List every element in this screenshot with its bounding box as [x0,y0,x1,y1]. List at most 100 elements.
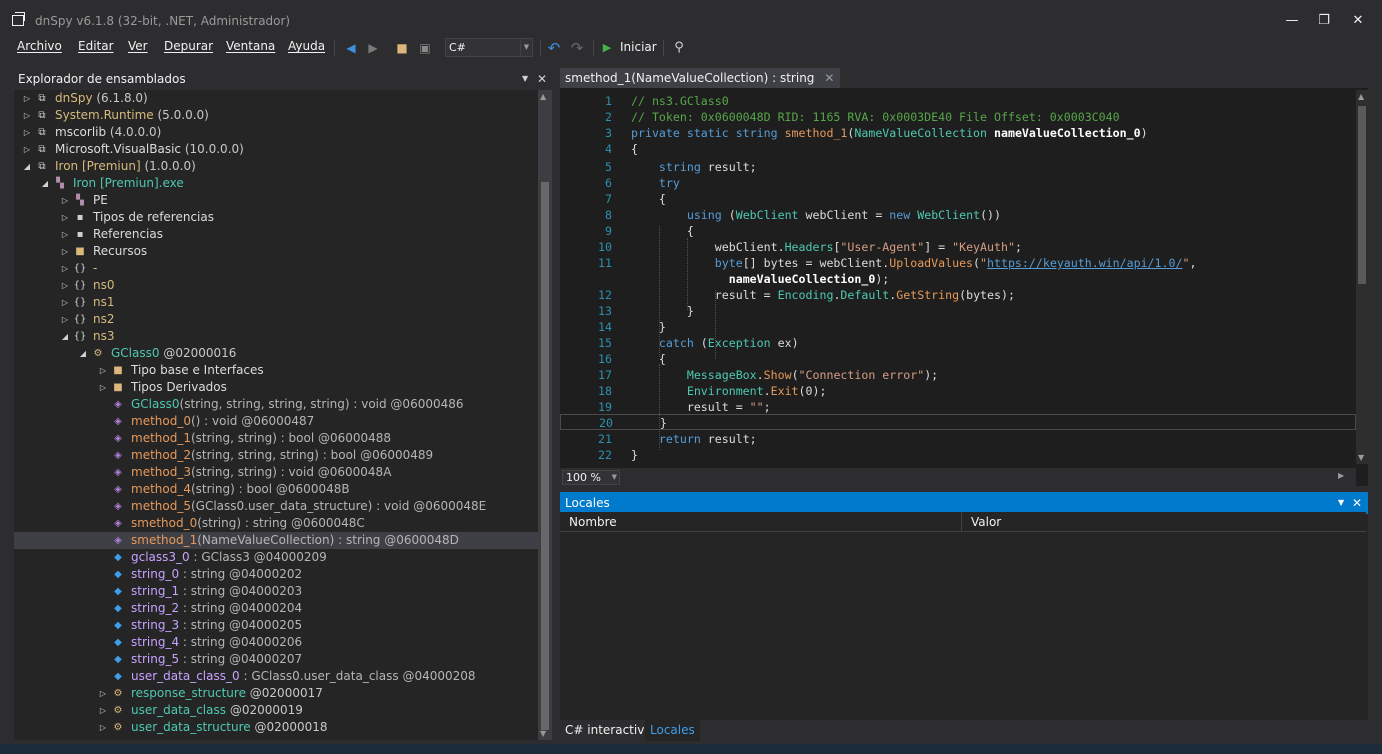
expand-arrow-icon[interactable]: ▷ [98,719,108,736]
scroll-down-icon[interactable]: ▼ [540,729,546,738]
tree-node-namespace-ns0[interactable]: ▷{} ns0 [14,277,538,294]
expand-arrow-icon[interactable]: ▷ [60,311,70,328]
menu-editar[interactable]: Editar [78,39,114,53]
code-view[interactable]: 1 // ns3.GClass0 2 // Token: 0x0600048D RID… [560,90,1356,464]
close-icon[interactable]: ✕ [537,68,547,90]
scroll-up-icon[interactable]: ▲ [540,92,546,101]
close-icon[interactable]: ✕ [1352,492,1362,514]
tree-node-node-tipos-de-referencias[interactable]: ▷ ▪ Tipos de referencias [14,209,538,226]
tree-node-node-recursos[interactable]: ▷ ■ Recursos [14,243,538,260]
tree-node-class-response-structure[interactable]: ▷ ⚙ response_structure @02000017 [14,685,538,702]
collapse-arrow-icon[interactable]: ◢ [60,328,70,345]
expand-arrow-icon[interactable]: ▷ [22,141,32,158]
expand-arrow-icon[interactable]: ▷ [98,362,108,379]
expand-arrow-icon[interactable]: ▷ [22,107,32,124]
tree-node-method-method-5[interactable]: ◈ method_5(GClass0.user_data_structure) :… [14,498,538,515]
restore-button[interactable]: ❐ [1309,10,1339,32]
scroll-right-icon[interactable]: ▶ [1338,471,1344,480]
tree-node-assembly-dnspy[interactable]: ▷ ⧉ dnSpy (6.1.8.0) [14,90,538,107]
tree-node-node-tipos-derivados[interactable]: ▷ ■ Tipos Derivados [14,379,538,396]
close-window-button[interactable]: ✕ [1343,10,1373,32]
tree-node-field-string-1[interactable]: ◆ string_1 : string @04000203 [14,583,538,600]
collapse-arrow-icon[interactable]: ◢ [78,345,88,362]
menu-ayuda[interactable]: Ayuda [288,39,325,53]
tree-node-field-user-data-class-0[interactable]: ◆ user_data_class_0 : GClass0.user_data_c… [14,668,538,685]
tree-node-method-method-4[interactable]: ◈ method_4(string) : bool @0600048B [14,481,538,498]
editor-scroll-thumb[interactable] [1358,106,1366,284]
scroll-up-icon[interactable]: ▲ [1358,92,1364,101]
undo-icon[interactable]: ↶ [545,39,563,57]
tree-node-class-gclass0[interactable]: ◢ ⚙ GClass0 @02000016 [14,345,538,362]
panel-menu-icon[interactable]: ▼ [522,68,528,90]
close-tab-icon[interactable]: ✕ [824,68,834,88]
tree-node-namespace-ns3[interactable]: ◢{} ns3 [14,328,538,345]
tree-node-namespace-ns1[interactable]: ▷{} ns1 [14,294,538,311]
expand-arrow-icon[interactable]: ▷ [60,260,70,277]
tree-node-method-method-3[interactable]: ◈ method_3(string, string) : void @060004… [14,464,538,481]
redo-icon[interactable]: ↷ [568,39,586,57]
tree-node-method-smethod-1[interactable]: ◈ smethod_1(NameValueCollection) : string… [14,532,538,549]
explorer-scrollbar[interactable]: ▲ ▼ [538,90,552,740]
save-all-icon[interactable]: ▣ [416,39,434,57]
tree-node-node-tipo-base-e-interfaces[interactable]: ▷ ■ Tipo base e Interfaces [14,362,538,379]
tree-node-class-user-data-class[interactable]: ▷ ⚙ user_data_class @02000019 [14,702,538,719]
expand-arrow-icon[interactable]: ▷ [98,685,108,702]
collapse-arrow-icon[interactable]: ◢ [40,175,50,192]
expand-arrow-icon[interactable]: ▷ [22,124,32,141]
tree-node-method-method-1[interactable]: ◈ method_1(string, string) : bool @060004… [14,430,538,447]
tab-csharp-interactive[interactable]: C# interactivo [560,720,657,741]
tree-node-namespace-ns2[interactable]: ▷{} ns2 [14,311,538,328]
tree-node-field-gclass3-0[interactable]: ◆ gclass3_0 : GClass3 @04000209 [14,549,538,566]
expand-arrow-icon[interactable]: ▷ [98,379,108,396]
tree-node-node-pe[interactable]: ▷ ▚ PE [14,192,538,209]
tree-node-method-smethod-0[interactable]: ◈ smethod_0(string) : string @0600048C [14,515,538,532]
menu-ventana[interactable]: Ventana [226,39,275,53]
tree-node-method-method-0[interactable]: ◈ method_0() : void @06000487 [14,413,538,430]
tree-node-assembly-mscorlib[interactable]: ▷ ⧉ mscorlib (4.0.0.0) [14,124,538,141]
expand-arrow-icon[interactable]: ▷ [60,277,70,294]
tree-node-assembly-iron-premiun[interactable]: ◢ ⧉ Iron [Premiun] (1.0.0.0) [14,158,538,175]
tree-node-module-iron-premiun-exe[interactable]: ◢ ▚ Iron [Premiun].exe [14,175,538,192]
expand-arrow-icon[interactable]: ▷ [22,90,32,107]
back-icon[interactable]: ◀ [342,39,360,57]
collapse-arrow-icon[interactable]: ◢ [22,158,32,175]
start-icon[interactable]: ▶ [598,39,616,57]
document-tab[interactable]: smethod_1(NameValueCollection) : string … [560,68,841,88]
zoom-select[interactable]: 100 % ▼ [562,470,620,485]
tree-node-field-string-2[interactable]: ◆ string_2 : string @04000204 [14,600,538,617]
expand-arrow-icon[interactable]: ▷ [60,192,70,209]
tree-node-field-string-5[interactable]: ◆ string_5 : string @04000207 [14,651,538,668]
start-button[interactable]: Iniciar [620,40,657,54]
scroll-down-icon[interactable]: ▼ [1358,453,1364,462]
explorer-scroll-thumb[interactable] [541,182,549,730]
expand-arrow-icon[interactable]: ▷ [98,702,108,719]
tree-node-namespace-dash[interactable]: ▷{} - [14,260,538,277]
tree-node-assembly-microsoft-visualbasic[interactable]: ▷ ⧉ Microsoft.VisualBasic (10.0.0.0) [14,141,538,158]
minimize-button[interactable]: — [1277,10,1307,32]
language-select[interactable]: C# ▼ [445,38,533,57]
expand-arrow-icon[interactable]: ▷ [60,226,70,243]
editor-scrollbar[interactable]: ▲ ▼ [1356,90,1368,464]
menu-depurar[interactable]: Depurar [164,39,213,53]
tree-node-class-user-data-structure[interactable]: ▷ ⚙ user_data_structure @02000018 [14,719,538,736]
open-folder-icon[interactable]: ■ [393,39,411,57]
search-icon[interactable]: ⚲ [670,39,688,57]
expand-arrow-icon[interactable]: ▷ [60,209,70,226]
forward-icon[interactable]: ▶ [364,39,382,57]
panel-menu-icon[interactable]: ▼ [1338,492,1344,514]
expand-arrow-icon[interactable]: ▷ [60,294,70,311]
expand-arrow-icon[interactable]: ▷ [60,243,70,260]
tree-node-assembly-system-runtime[interactable]: ▷ ⧉ System.Runtime (5.0.0.0) [14,107,538,124]
column-valor[interactable]: Valor [962,512,1366,532]
tree-node-field-string-0[interactable]: ◆ string_0 : string @04000202 [14,566,538,583]
tab-locales[interactable]: Locales [645,720,700,741]
tree-node-method-method-2[interactable]: ◈ method_2(string, string, string) : bool… [14,447,538,464]
code-line: 2 // Token: 0x0600048D RID: 1165 RVA: 0x0… [560,109,1356,125]
tree-node-method-gclass0-ctor[interactable]: ◈ GClass0(string, string, string, string)… [14,396,538,413]
tree-node-field-string-4[interactable]: ◆ string_4 : string @04000206 [14,634,538,651]
menu-ver[interactable]: Ver [128,39,148,53]
column-nombre[interactable]: Nombre [560,512,962,532]
tree-node-field-string-3[interactable]: ◆ string_3 : string @04000205 [14,617,538,634]
menu-archivo[interactable]: Archivo [17,39,62,53]
tree-node-node-referencias[interactable]: ▷ ▪ Referencias [14,226,538,243]
